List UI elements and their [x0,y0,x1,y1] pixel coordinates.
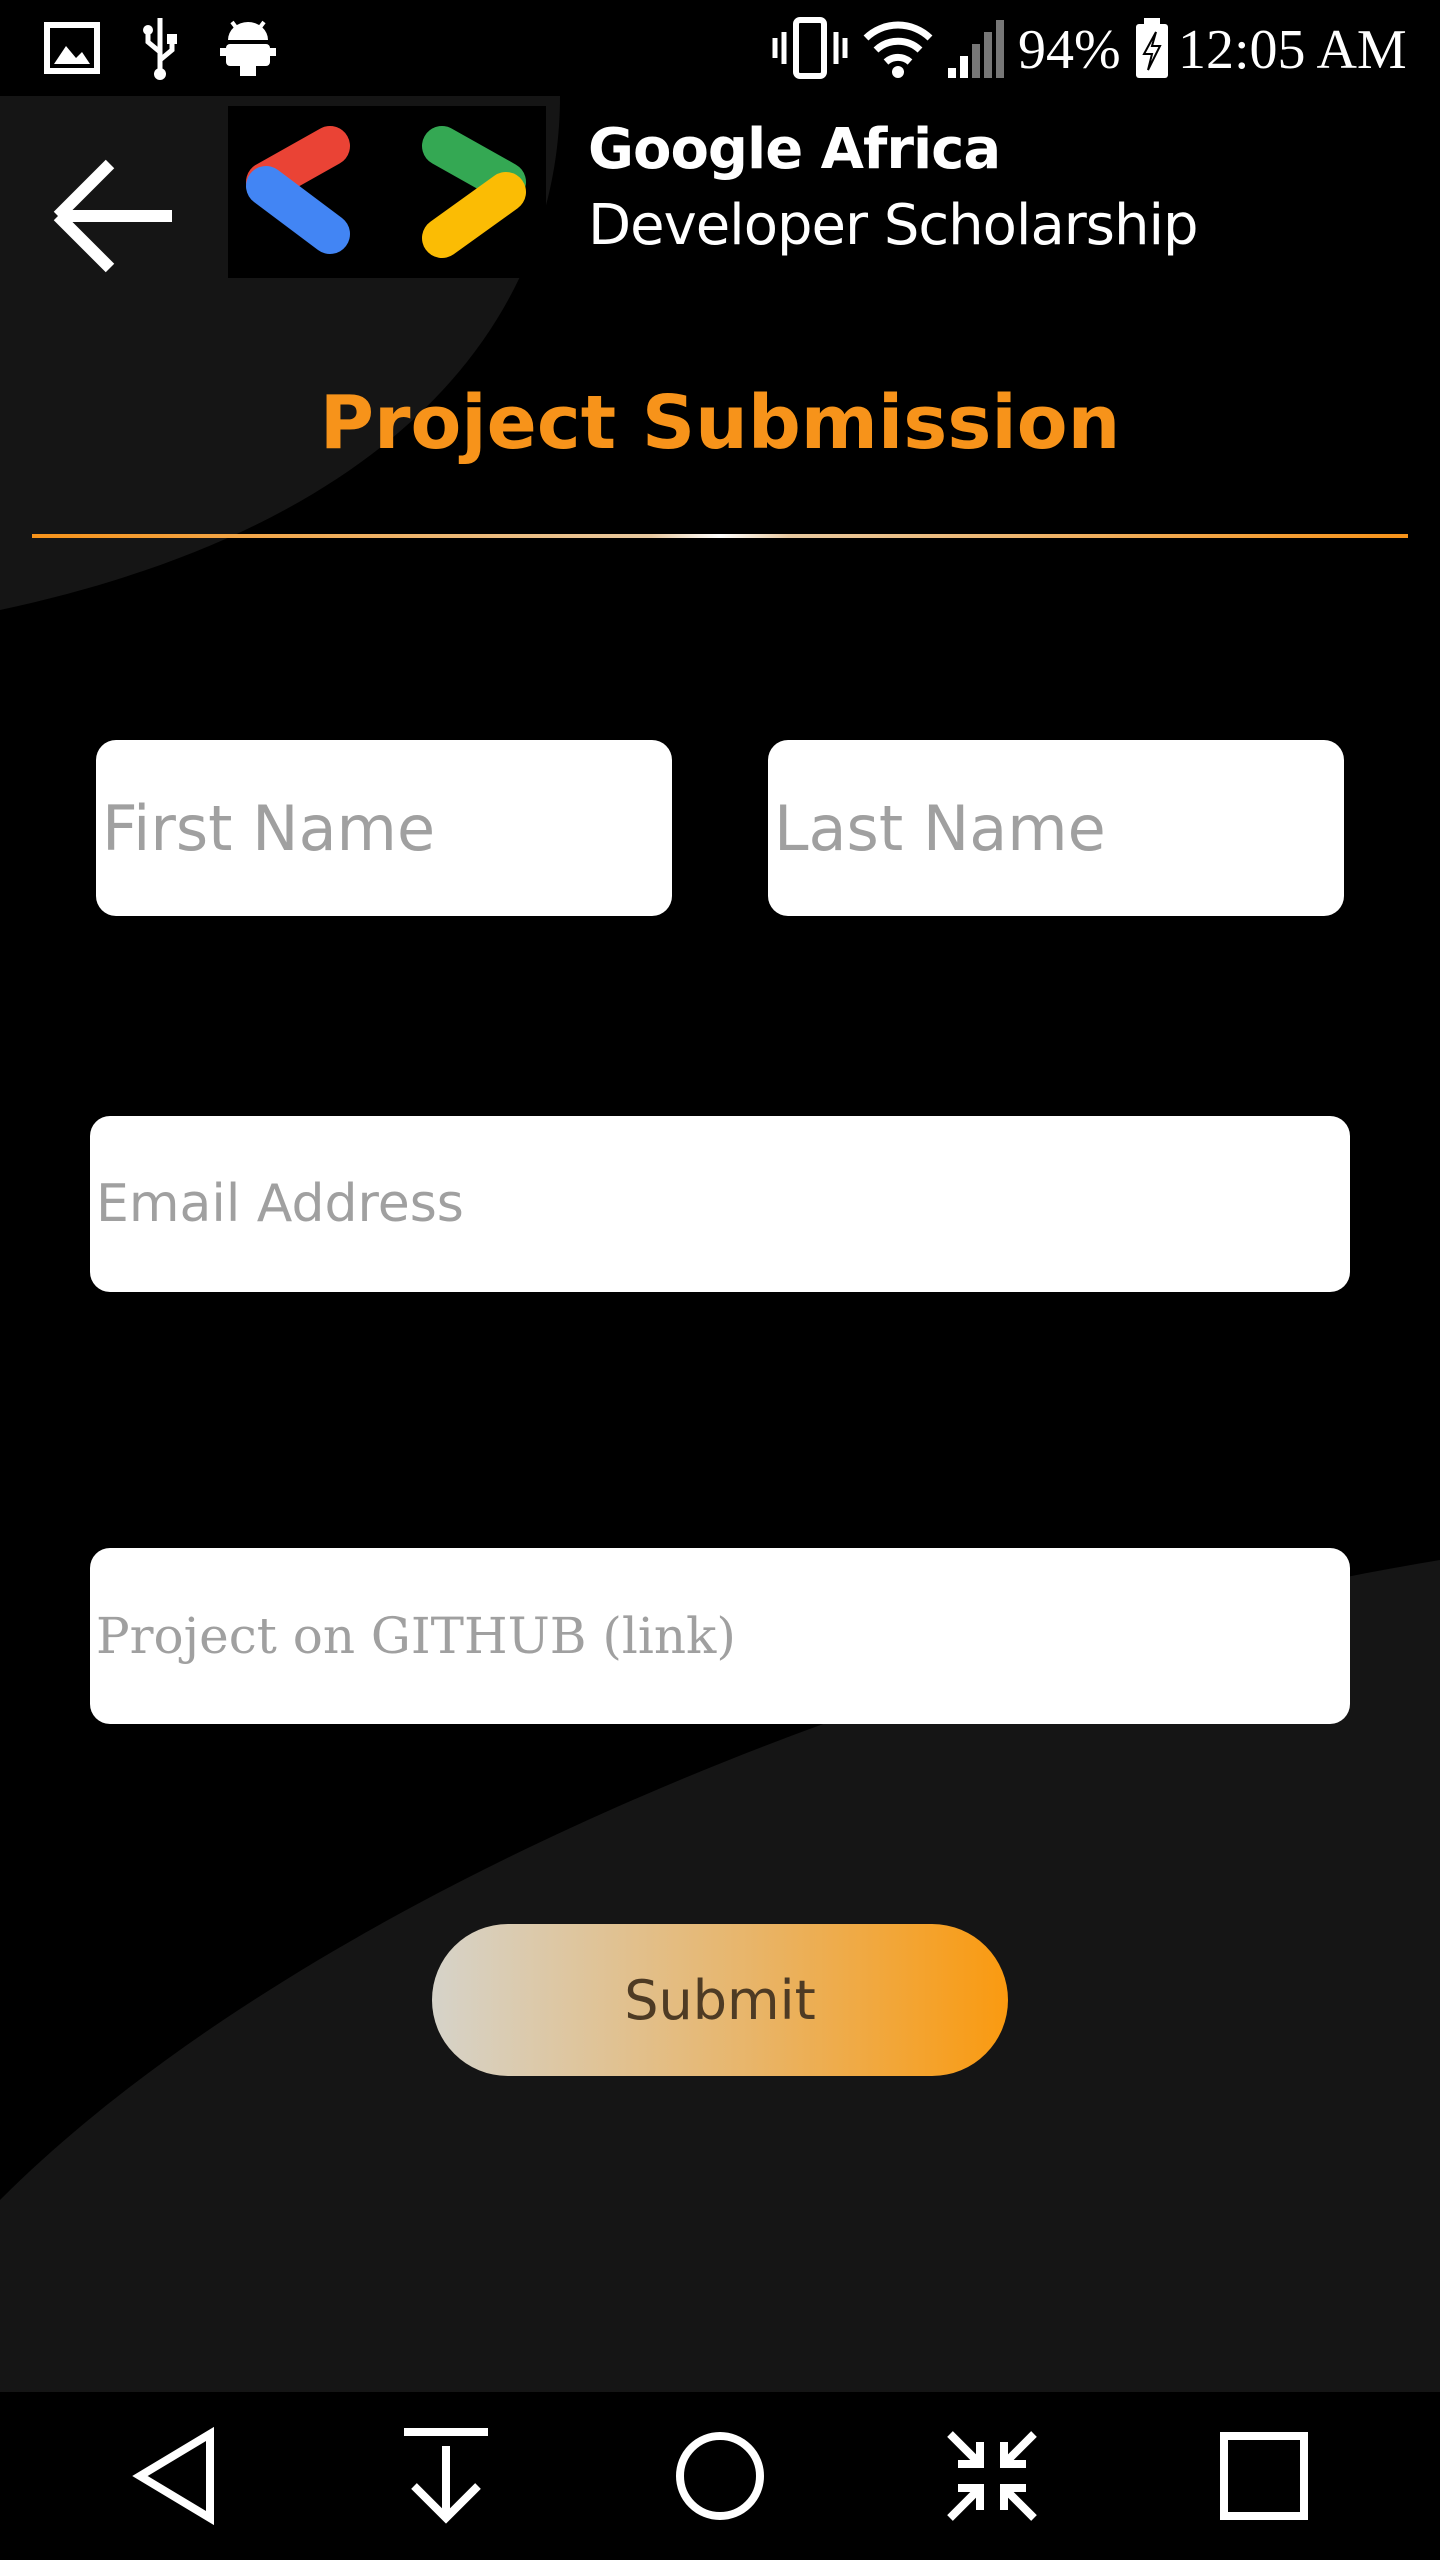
email-input[interactable] [90,1116,1350,1292]
submit-button[interactable]: Submit [432,1924,1008,2076]
battery-charging-icon [1136,18,1168,78]
title-divider [32,534,1408,538]
back-triangle-icon[interactable] [122,2420,234,2532]
vibrate-icon [772,17,848,79]
arrow-left-icon[interactable] [40,146,180,286]
image-icon [44,22,100,74]
last-name-input[interactable] [768,740,1344,916]
recents-square-icon[interactable] [1208,2420,1320,2532]
logo-line-1: Google Africa [588,117,1001,182]
gdsc-logo-icon [228,106,546,278]
wifi-icon [863,21,933,78]
home-circle-icon[interactable] [664,2420,776,2532]
usb-icon [143,18,177,80]
github-link-input[interactable] [90,1548,1350,1724]
page-title: Project Submission [319,380,1121,466]
logo-text: Google Africa Developer Scholarship [588,112,1199,264]
status-bar: 94% 12:05 AM [0,0,1440,96]
first-name-input[interactable] [96,740,672,916]
navigation-bar [0,2392,1440,2560]
minimize-icon[interactable] [936,2420,1048,2532]
logo-line-2: Developer Scholarship [588,193,1199,258]
status-clock: 12:05 AM [1178,19,1407,81]
signal-icon [948,20,1004,78]
app-header: Google Africa Developer Scholarship [0,96,1440,296]
battery-percentage: 94% [1018,19,1121,81]
notifications-down-icon[interactable] [390,2420,502,2532]
android-debug-icon [220,20,276,76]
